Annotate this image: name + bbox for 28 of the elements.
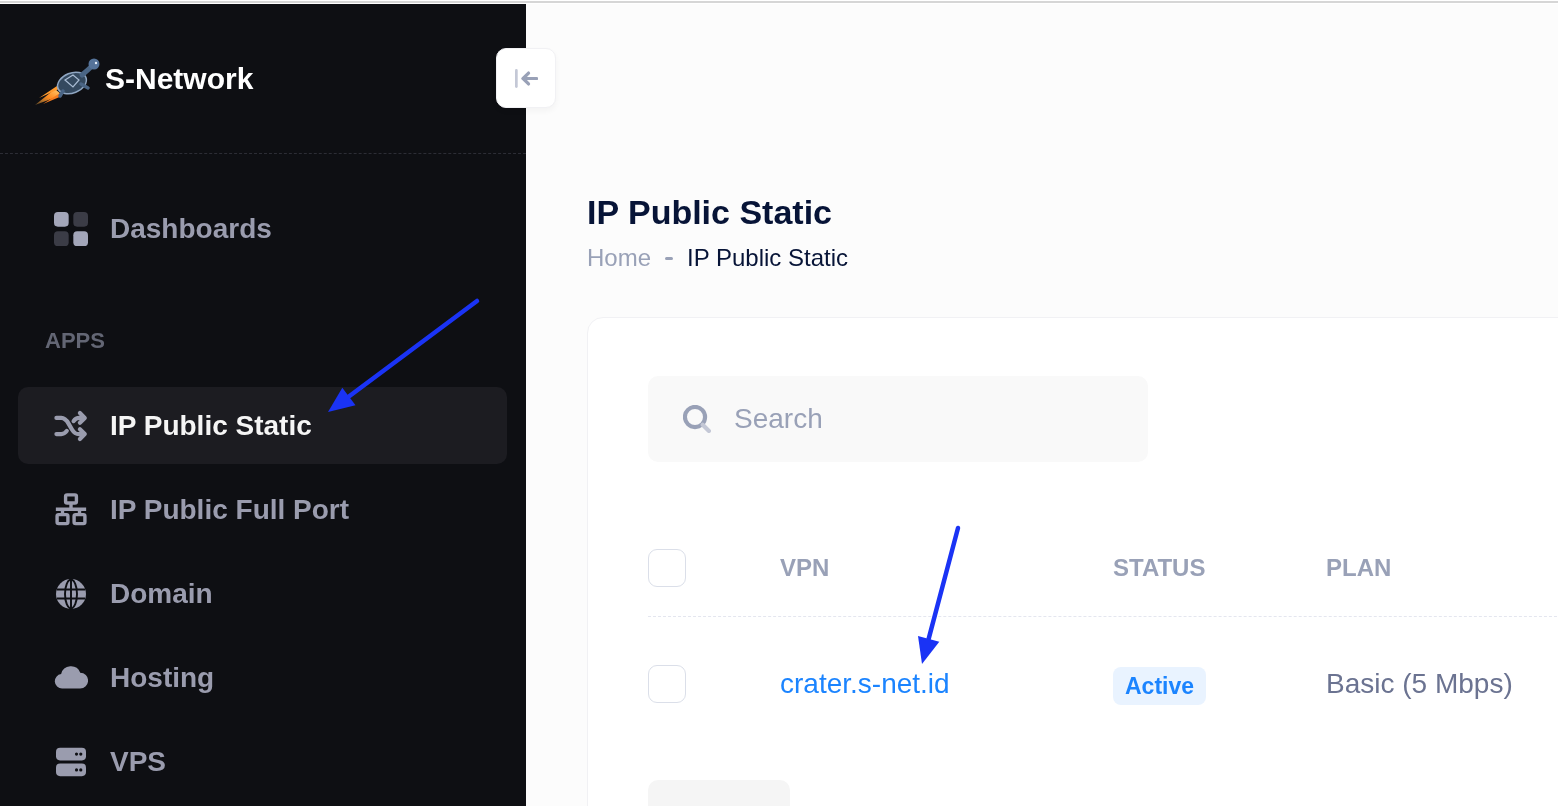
sidebar-item[interactable]: Dashboards — [18, 190, 507, 267]
sidebar-item[interactable]: Hosting — [18, 639, 507, 716]
turtle-logo-icon — [35, 57, 101, 106]
row-checkbox[interactable] — [648, 665, 686, 703]
column-header: VPN — [780, 553, 830, 582]
sidebar-item[interactable]: VPS — [18, 723, 507, 800]
breadcrumb-current: IP Public Static — [687, 243, 848, 273]
section-heading: APPS — [45, 327, 106, 355]
network-icon — [54, 492, 88, 527]
collapse-sidebar-button[interactable] — [496, 48, 556, 108]
select-all-checkbox[interactable] — [648, 548, 686, 587]
globe-icon — [56, 578, 86, 609]
sidebar-item[interactable]: Domain — [18, 555, 507, 632]
server-icon — [56, 746, 86, 777]
sidebar-item[interactable]: IP Public Static — [18, 387, 507, 464]
sidebar-item[interactable]: IP Public Full Port — [18, 471, 507, 548]
brand-name: S-Network — [105, 60, 254, 97]
grid-icon — [54, 211, 88, 246]
shuffle-icon — [54, 408, 88, 443]
search-field[interactable]: Search — [648, 376, 1148, 462]
search-icon — [683, 405, 711, 433]
page-title: IP Public Static — [587, 192, 833, 233]
column-header: STATUS — [1113, 553, 1206, 582]
breadcrumb-separator-icon — [665, 256, 674, 260]
domain-link[interactable]: crater.s-net.id — [780, 668, 950, 700]
column-header: PLAN — [1326, 553, 1392, 582]
status-badge: Active — [1113, 667, 1207, 705]
table-cell: Basic (5 Mbps) — [1326, 668, 1513, 700]
